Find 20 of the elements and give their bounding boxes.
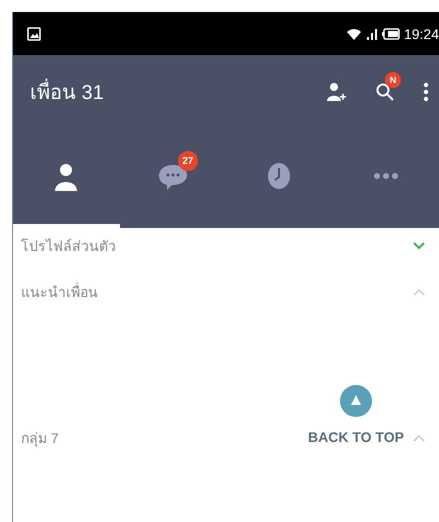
wifi-icon	[346, 26, 362, 40]
count-badge: 27	[178, 151, 198, 171]
chevron-up-icon[interactable]	[413, 434, 425, 442]
clock-time: 19:24	[404, 26, 439, 42]
battery-icon	[382, 28, 400, 40]
search-icon[interactable]	[375, 82, 395, 102]
chevron-up-icon[interactable]	[413, 288, 425, 296]
signal-icon	[366, 26, 378, 40]
section-title[interactable]: กลุ่ม 7	[21, 427, 59, 449]
back-to-top-button[interactable]	[340, 385, 372, 417]
chevron-down-icon[interactable]	[413, 242, 425, 250]
new-badge: N	[385, 72, 401, 88]
more-icon	[374, 173, 398, 179]
add-friend-icon[interactable]	[325, 80, 347, 102]
menu-icon[interactable]	[423, 82, 429, 102]
section-title[interactable]: แนะนำเพื่อน	[21, 281, 98, 303]
section-title[interactable]: โปรไฟล์ส่วนตัว	[21, 235, 116, 257]
back-to-top-label[interactable]: BACK TO TOP	[308, 429, 404, 445]
screen-title: เพื่อน 31	[30, 76, 104, 108]
gallery-icon	[27, 26, 41, 40]
